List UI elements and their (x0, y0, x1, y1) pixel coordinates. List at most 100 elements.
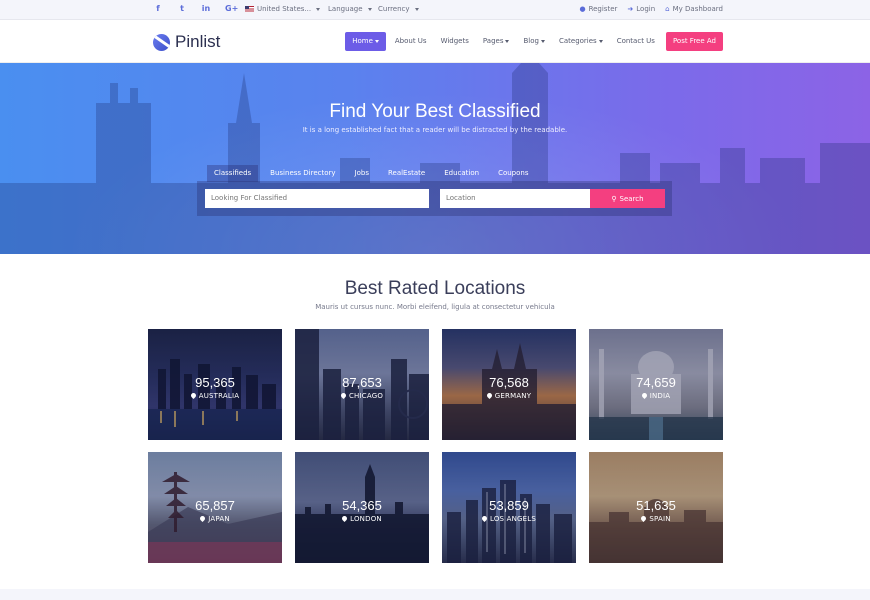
twitter-icon[interactable]: t (177, 4, 187, 13)
location-name-label: LOS ANGELS (489, 515, 537, 523)
currency-select[interactable]: Currency (378, 5, 419, 13)
map-pin-icon (191, 393, 196, 399)
social-links: f t in G+ (153, 4, 238, 13)
location-name: SPAIN (589, 515, 723, 523)
account-links: ● Register ➜ Login ⌂ My Dashboard (579, 5, 723, 13)
dashboard-label: My Dashboard (672, 5, 723, 13)
language-select[interactable]: Language (328, 5, 372, 13)
listing-count: 74,659 (636, 375, 676, 390)
tab-classifieds[interactable]: Classifieds (207, 165, 259, 182)
nav-item-label: Contact Us (616, 37, 655, 45)
search-form: ⚲ Search (197, 181, 672, 216)
register-link[interactable]: ● Register (579, 5, 617, 13)
listing-count: 76,568 (489, 375, 529, 390)
map-pin-icon (200, 516, 205, 522)
location-name-label: LONDON (350, 515, 382, 523)
tab-coupons[interactable]: Coupons (491, 165, 535, 182)
locations-grid: 95,365 AUSTRALIA 87,653 CHICAGO 76,568 G… (148, 329, 723, 563)
nav-item-pages[interactable]: Pages (476, 32, 517, 51)
facebook-icon[interactable]: f (153, 4, 163, 13)
login-icon: ➜ (627, 5, 634, 13)
nav-item-label: Home (352, 37, 373, 45)
location-name: GERMANY (442, 392, 576, 400)
country-select-label: United States... (257, 5, 312, 13)
section-title: Best Rated Locations (344, 278, 526, 299)
nav-item-widgets[interactable]: Widgets (434, 32, 476, 51)
listing-count: 65,857 (195, 498, 235, 513)
location-card-chicago[interactable]: 87,653 CHICAGO (295, 329, 429, 440)
location-card-los-angeles[interactable]: 53,859 LOS ANGELS (442, 452, 576, 563)
chevron-down-icon (598, 40, 603, 43)
tab-jobs[interactable]: Jobs (348, 165, 376, 182)
nav-item-label: Categories (558, 37, 597, 45)
page-bottom-strip (0, 589, 870, 600)
city-skyline-image (0, 63, 870, 254)
location-name: INDIA (589, 392, 723, 400)
tab-business-directory[interactable]: Business Directory (263, 165, 342, 182)
chevron-down-icon (540, 40, 545, 43)
location-card-london[interactable]: 54,365 LONDON (295, 452, 429, 563)
main-menu: Home About Us Widgets Pages Blog Categor… (345, 32, 723, 51)
tab-education[interactable]: Education (437, 165, 486, 182)
chevron-down-icon (414, 7, 419, 11)
hero-title: Find Your Best Classified (329, 101, 541, 122)
search-button-label: Search (619, 194, 644, 203)
search-button[interactable]: ⚲ Search (590, 189, 665, 208)
nav-item-label: Widgets (440, 37, 469, 45)
tab-realestate[interactable]: RealEstate (381, 165, 432, 182)
nav-item-label: About Us (394, 37, 427, 45)
listing-count: 87,653 (342, 375, 382, 390)
location-card-spain[interactable]: 51,635 SPAIN (589, 452, 723, 563)
location-name: LOS ANGELS (442, 515, 576, 523)
chevron-down-icon (374, 40, 379, 43)
nav-item-categories[interactable]: Categories (552, 32, 610, 51)
chevron-down-icon (505, 40, 510, 43)
map-pin-icon (487, 393, 492, 399)
location-input[interactable] (440, 189, 590, 208)
location-card-japan[interactable]: 65,857 JAPAN (148, 452, 282, 563)
map-pin-icon (341, 393, 346, 399)
location-name-label: GERMANY (494, 392, 532, 400)
linkedin-icon[interactable]: in (201, 4, 211, 13)
post-free-ad-button[interactable]: Post Free Ad (665, 32, 723, 51)
best-rated-locations-section: Best Rated Locations Mauris ut cursus nu… (0, 254, 870, 589)
map-pin-icon (482, 516, 487, 522)
location-card-india[interactable]: 74,659 INDIA (589, 329, 723, 440)
chevron-down-icon (367, 7, 372, 11)
currency-select-label: Currency (378, 5, 410, 13)
login-link[interactable]: ➜ Login (627, 5, 655, 13)
location-name: AUSTRALIA (148, 392, 282, 400)
location-name-label: AUSTRALIA (198, 392, 240, 400)
user-icon: ● (579, 5, 586, 13)
nav-item-about-us[interactable]: About Us (388, 32, 434, 51)
nav-item-label: Blog (523, 37, 539, 45)
logo[interactable]: Pinlist (153, 32, 220, 52)
nav-item-contact-us[interactable]: Contact Us (610, 32, 662, 51)
map-pin-icon (642, 393, 647, 399)
search-input[interactable] (205, 189, 429, 208)
location-name-label: INDIA (649, 392, 671, 400)
logo-icon (153, 33, 170, 51)
listing-count: 53,859 (489, 498, 529, 513)
login-label: Login (636, 5, 656, 13)
nav-item-blog[interactable]: Blog (516, 32, 551, 51)
section-subtitle: Mauris ut cursus nunc. Morbi eleifend, l… (315, 303, 555, 311)
register-label: Register (588, 5, 618, 13)
top-bar: f t in G+ United States... Language Curr… (0, 0, 870, 20)
nav-item-home[interactable]: Home (345, 32, 386, 51)
location-name-label: CHICAGO (348, 392, 384, 400)
dashboard-link[interactable]: ⌂ My Dashboard (665, 5, 723, 13)
location-name: CHICAGO (295, 392, 429, 400)
language-select-label: Language (328, 5, 363, 13)
us-flag-icon (245, 6, 254, 12)
google-plus-icon[interactable]: G+ (225, 4, 238, 13)
location-card-germany[interactable]: 76,568 GERMANY (442, 329, 576, 440)
location-name-label: JAPAN (208, 515, 230, 523)
country-select[interactable]: United States... (245, 5, 321, 13)
home-icon: ⌂ (665, 5, 670, 13)
listing-count: 95,365 (195, 375, 235, 390)
chevron-down-icon (316, 7, 321, 11)
search-icon: ⚲ (611, 194, 617, 203)
location-card-australia[interactable]: 95,365 AUSTRALIA (148, 329, 282, 440)
main-navbar: Pinlist Home About Us Widgets Pages Blog… (0, 20, 870, 63)
